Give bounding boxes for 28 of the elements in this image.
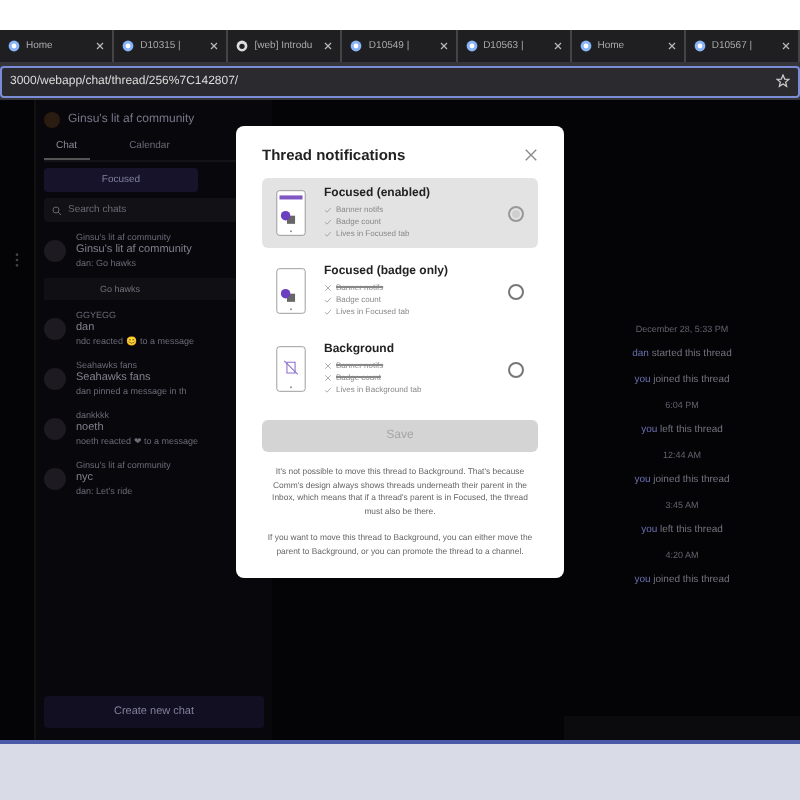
close-icon[interactable] xyxy=(781,42,790,50)
app-icon xyxy=(8,40,20,52)
app-icon xyxy=(350,40,363,52)
close-icon[interactable] xyxy=(324,42,333,50)
close-icon[interactable] xyxy=(439,42,448,50)
avatar-icon xyxy=(44,367,66,389)
phone-illustration-icon xyxy=(276,190,306,236)
close-icon[interactable] xyxy=(667,42,676,50)
radio-button[interactable] xyxy=(508,283,524,299)
phone-illustration-icon xyxy=(276,268,306,314)
github-icon xyxy=(236,40,249,52)
avatar-icon xyxy=(44,112,60,128)
app-icon xyxy=(579,40,592,52)
close-icon[interactable] xyxy=(96,42,105,50)
radio-button[interactable] xyxy=(508,205,524,221)
app-icon xyxy=(693,40,706,52)
star-icon[interactable] xyxy=(776,74,790,88)
radio-button[interactable] xyxy=(508,361,524,377)
close-icon[interactable] xyxy=(553,42,562,50)
avatar-icon xyxy=(44,467,66,489)
avatar-icon xyxy=(44,239,66,261)
avatar-icon xyxy=(44,317,66,339)
close-icon[interactable] xyxy=(210,42,219,50)
app-icon xyxy=(465,40,478,52)
avatar-icon xyxy=(44,417,66,439)
phone-illustration-icon xyxy=(276,346,306,392)
app-icon xyxy=(122,40,135,52)
search-icon xyxy=(52,206,62,216)
